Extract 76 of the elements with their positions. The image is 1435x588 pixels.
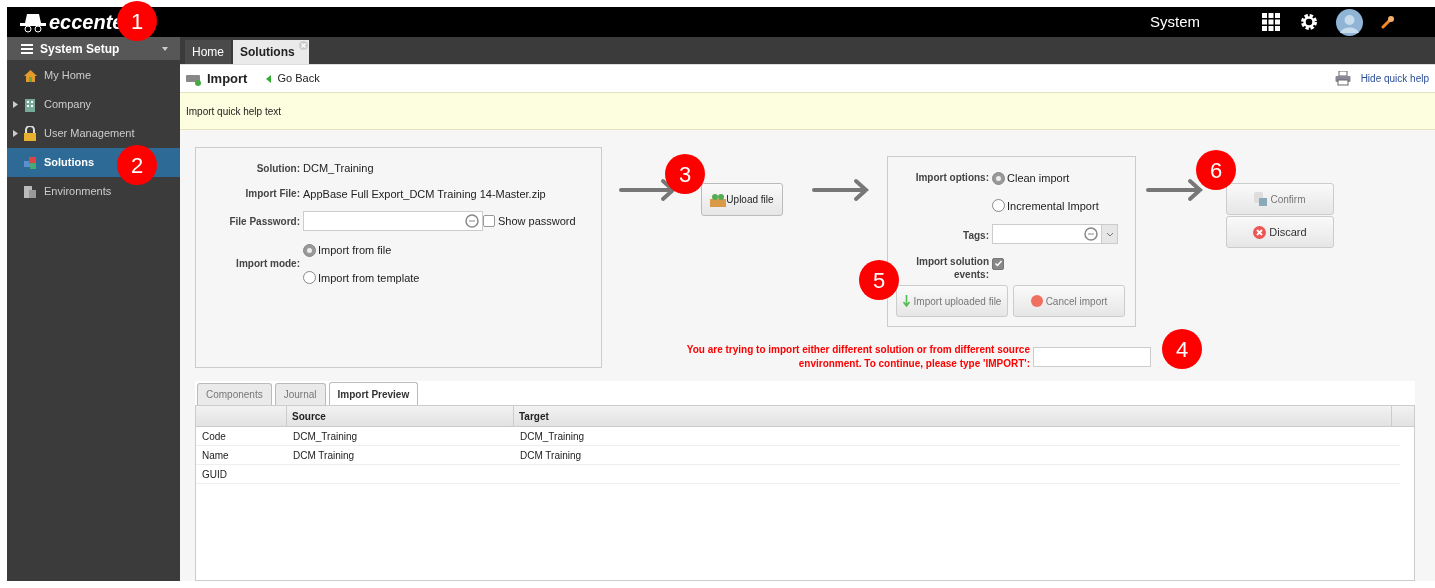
tab[interactable]: Components	[197, 383, 272, 405]
arrow-icon	[812, 178, 870, 202]
context-label: System	[1150, 11, 1200, 32]
table-cell-text: Name	[201, 448, 230, 463]
page-title: Import	[207, 69, 248, 88]
table-cell-text: DCM_Training	[519, 429, 586, 444]
checkbox-label: Show password	[498, 213, 576, 229]
grid-icon[interactable]	[1262, 13, 1280, 31]
table-cell-text: DCM Training	[519, 448, 583, 463]
building-icon	[24, 97, 36, 112]
quick-help-text: Import quick help text	[186, 104, 282, 119]
field-label: File Password:	[228, 214, 301, 229]
radio-button[interactable]	[303, 243, 316, 257]
expand-icon[interactable]	[12, 130, 18, 137]
house-icon	[22, 68, 38, 83]
field-label: Import mode:	[235, 256, 301, 271]
table-cell-text: GUID	[201, 467, 228, 482]
table-cell-text: DCM_Training	[292, 429, 359, 444]
cubes-icon	[22, 155, 38, 170]
table-cell-text: DCM Training	[292, 448, 356, 463]
column-header[interactable]: Source	[287, 406, 514, 426]
upload-icon	[710, 192, 727, 207]
avatar-icon[interactable]	[1336, 8, 1363, 36]
field-label: Import solution events:	[915, 255, 990, 281]
arrow-icon	[1146, 178, 1204, 202]
hide-help-link[interactable]: Hide quick help	[1360, 71, 1429, 86]
sidebar-item[interactable]: User Management	[7, 119, 180, 148]
upload-button[interactable]: Upload file	[701, 183, 783, 216]
download-icon	[902, 295, 910, 307]
password-field[interactable]	[303, 211, 483, 231]
caret-icon	[162, 46, 168, 51]
radio-label: Import from template	[318, 270, 420, 286]
expand-icon[interactable]	[12, 101, 18, 108]
stop-icon	[1030, 295, 1043, 307]
close-icon	[1253, 225, 1267, 239]
tab[interactable]: Journal	[274, 383, 326, 405]
tab[interactable]: Import Preview	[328, 382, 419, 405]
field-value: AppBase Full Export_DCM Training 14-Master.zip	[303, 186, 547, 202]
lock-icon	[23, 126, 37, 141]
table-cell-text: Code	[201, 429, 227, 444]
sidebar-item[interactable]: My Home	[7, 61, 180, 90]
field-label: Import options:	[914, 171, 990, 185]
server-icon	[23, 184, 37, 199]
hat-icon	[19, 11, 47, 33]
back-icon	[266, 74, 272, 83]
sidebar-item[interactable]: Company	[7, 90, 180, 119]
radio-label: Incremental Import	[1007, 198, 1099, 214]
confirm-text-field[interactable]	[1033, 347, 1151, 367]
field-label: Import File:	[244, 187, 301, 202]
radio-label: Clean import	[1007, 171, 1070, 186]
radio-button[interactable]	[992, 199, 1005, 213]
checkbox[interactable]	[483, 215, 495, 227]
back-link[interactable]: Go Back	[266, 70, 320, 87]
column-header[interactable]: Target	[514, 406, 1392, 426]
settings-icon[interactable]	[1300, 13, 1318, 31]
discard-button[interactable]: Discard	[1226, 216, 1334, 248]
save-icon	[1254, 192, 1269, 206]
tab[interactable]: Home	[185, 40, 231, 64]
radio-button[interactable]	[303, 271, 316, 285]
menu-icon	[21, 43, 33, 54]
field-label: Solution:	[255, 161, 301, 176]
printer-icon[interactable]	[1334, 71, 1351, 86]
warning-text: You are trying to import either different solution or from different source environment. To continue, please type 'IMPORT':	[685, 343, 1030, 371]
wrench-icon[interactable]	[1381, 15, 1395, 29]
reveal-icon[interactable]	[1084, 227, 1098, 241]
reveal-icon[interactable]	[465, 214, 479, 228]
checkbox[interactable]	[992, 257, 1004, 270]
sidebar-header[interactable]: System Setup	[7, 37, 180, 60]
field-label: Tags:	[962, 229, 990, 243]
tags-field[interactable]	[992, 224, 1118, 244]
field-value: DCM_Training	[303, 161, 375, 176]
radio-button[interactable]	[992, 171, 1005, 185]
arrow-icon	[619, 178, 677, 202]
tab[interactable]: Solutions	[233, 40, 309, 64]
chevron-down-icon[interactable]	[1105, 231, 1114, 237]
radio-label: Import from file	[318, 243, 392, 258]
